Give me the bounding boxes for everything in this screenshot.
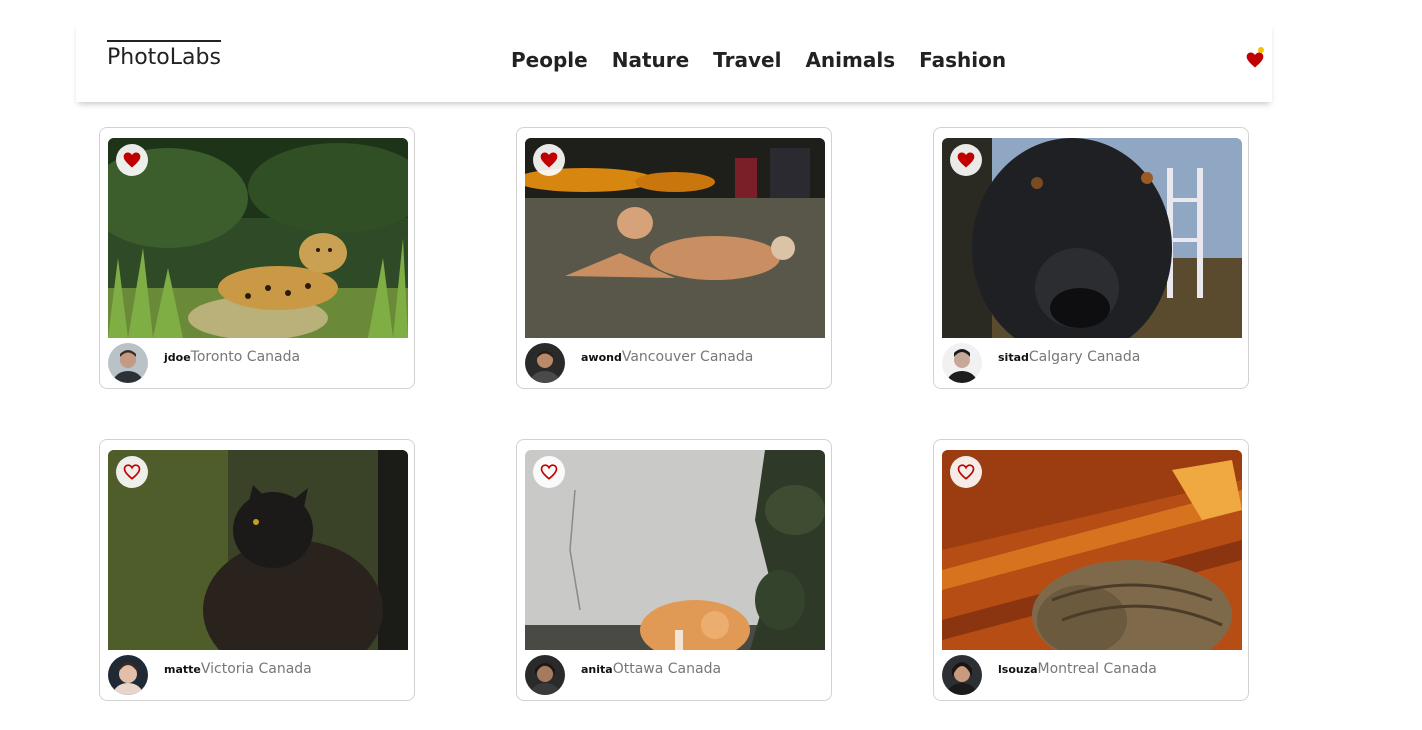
photo-location: Vancouver Canada <box>621 349 754 365</box>
topic-nature[interactable]: Nature <box>612 48 689 72</box>
photo-card: jdoeToronto Canada <box>99 127 415 389</box>
photo-card: lsouzaMontreal Canada <box>933 439 1249 701</box>
topic-list: People Nature Travel Animals Fashion <box>511 48 1006 72</box>
photo-username: anita <box>581 663 613 676</box>
photo-image[interactable] <box>942 450 1242 650</box>
photo-image[interactable] <box>108 450 408 650</box>
heart-filled-icon <box>123 152 141 168</box>
app-logo[interactable]: PhotoLabs <box>107 40 221 70</box>
photo-username: awond <box>581 351 622 364</box>
like-button[interactable] <box>533 144 565 176</box>
like-button[interactable] <box>533 456 565 488</box>
heart-outline-icon <box>957 464 975 480</box>
photo-card: awondVancouver Canada <box>516 127 832 389</box>
avatar <box>108 655 148 695</box>
topic-animals[interactable]: Animals <box>805 48 895 72</box>
photo-username: matte <box>164 663 201 676</box>
topic-fashion[interactable]: Fashion <box>919 48 1006 72</box>
photo-username: sitad <box>998 351 1029 364</box>
heart-icon <box>1246 52 1264 68</box>
like-button[interactable] <box>950 456 982 488</box>
photo-username: lsouza <box>998 663 1038 676</box>
photo-username: jdoe <box>164 351 191 364</box>
like-button[interactable] <box>116 456 148 488</box>
photo-location: Ottawa Canada <box>612 661 722 677</box>
photo-location: Calgary Canada <box>1028 349 1141 365</box>
like-button[interactable] <box>950 144 982 176</box>
photo-location: Toronto Canada <box>190 349 301 365</box>
photo-image[interactable] <box>525 138 825 338</box>
avatar <box>525 655 565 695</box>
avatar <box>942 343 982 383</box>
photo-image[interactable] <box>942 138 1242 338</box>
topic-travel[interactable]: Travel <box>713 48 781 72</box>
like-button[interactable] <box>116 144 148 176</box>
topic-people[interactable]: People <box>511 48 588 72</box>
avatar <box>108 343 148 383</box>
heart-filled-icon <box>540 152 558 168</box>
favourites-button[interactable] <box>1245 47 1265 70</box>
photo-card: matteVictoria Canada <box>99 439 415 701</box>
photo-location: Victoria Canada <box>200 661 312 677</box>
heart-filled-icon <box>957 152 975 168</box>
heart-outline-icon <box>123 464 141 480</box>
avatar <box>525 343 565 383</box>
heart-outline-icon <box>540 464 558 480</box>
top-navigation-bar: PhotoLabs People Nature Travel Animals F… <box>76 22 1272 102</box>
photo-image[interactable] <box>525 450 825 650</box>
notification-dot <box>1258 47 1264 53</box>
photo-image[interactable] <box>108 138 408 338</box>
photo-card: anitaOttawa Canada <box>516 439 832 701</box>
photo-location: Montreal Canada <box>1037 661 1157 677</box>
photo-card: sitadCalgary Canada <box>933 127 1249 389</box>
avatar <box>942 655 982 695</box>
